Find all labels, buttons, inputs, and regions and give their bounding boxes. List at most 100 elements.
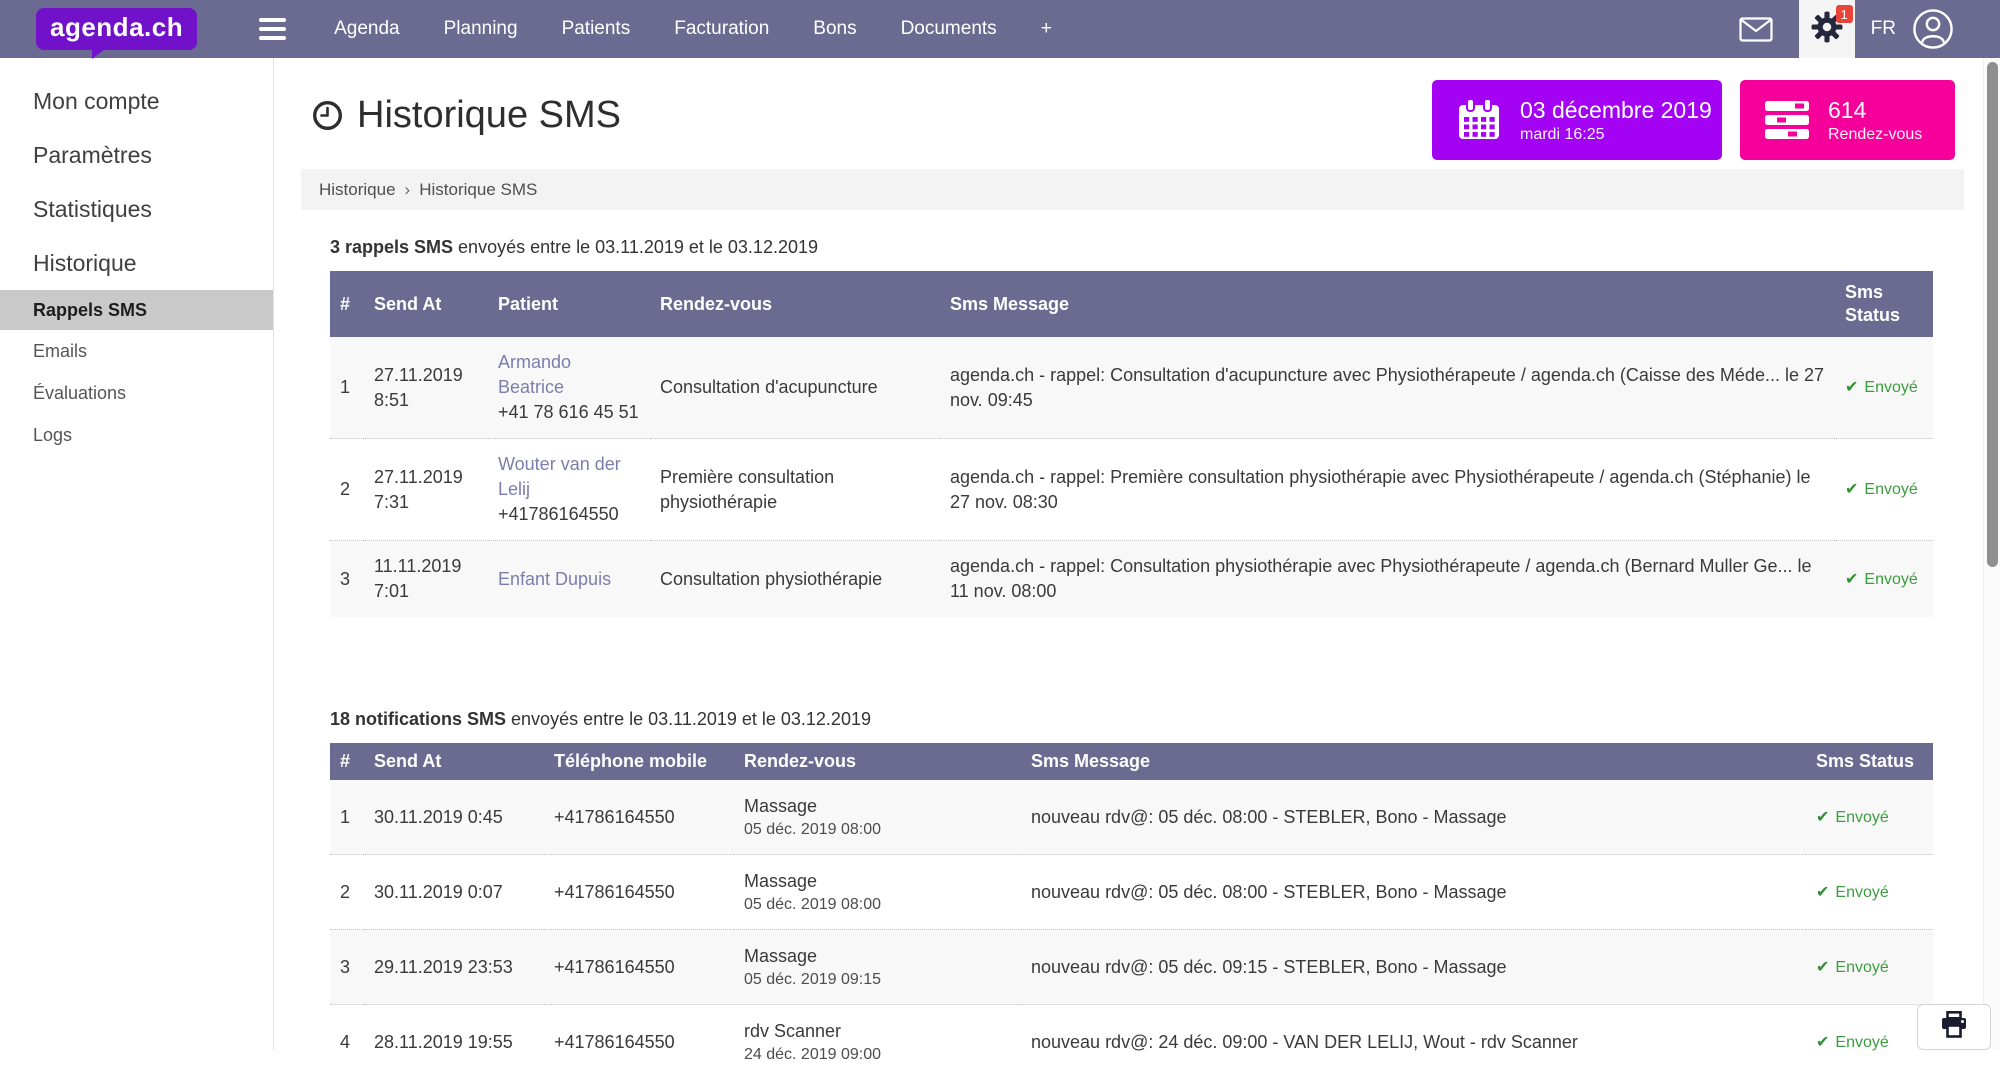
rdv-cell: Consultation physiothérapie bbox=[650, 541, 940, 618]
send-at-cell: 28.11.2019 19:55 bbox=[364, 1005, 544, 1079]
sms-message-cell: nouveau rdv@: 05 déc. 08:00 - STEBLER, B… bbox=[1021, 855, 1806, 930]
main-content: Historique SMS 03 décembre 2019 mardi 16… bbox=[274, 58, 2000, 1079]
sidebar-item-evaluations[interactable]: Évaluations bbox=[0, 372, 273, 414]
logo[interactable]: agenda.ch bbox=[36, 8, 197, 50]
check-icon bbox=[1816, 884, 1835, 901]
sidebar-item-historique[interactable]: Historique bbox=[0, 236, 273, 290]
sidebar-item-logs[interactable]: Logs bbox=[0, 414, 273, 456]
check-icon bbox=[1816, 1034, 1835, 1051]
nav-item-planning[interactable]: Planning bbox=[444, 18, 518, 40]
sidebar-item-parametres[interactable]: Paramètres bbox=[0, 128, 273, 182]
scrollbar-track[interactable] bbox=[1983, 58, 2000, 1050]
col-sms-message: Sms Message bbox=[940, 271, 1835, 337]
nav-item-bons[interactable]: Bons bbox=[813, 18, 856, 40]
notifications-heading: 18 notifications SMS envoyés entre le 03… bbox=[330, 709, 2000, 730]
patient-link[interactable]: Wouter van der Lelij bbox=[498, 454, 621, 499]
table-row: 3 11.11.20197:01 Enfant Dupuis Consultat… bbox=[330, 541, 1933, 618]
account-icon[interactable] bbox=[1912, 8, 1954, 50]
col-patient: Patient bbox=[488, 271, 650, 337]
sms-message-cell: nouveau rdv@: 05 déc. 09:15 - STEBLER, B… bbox=[1021, 930, 1806, 1005]
row-number: 3 bbox=[330, 541, 364, 618]
phone-cell: +41786164550 bbox=[544, 930, 734, 1005]
notifications-table: # Send At Téléphone mobile Rendez-vous S… bbox=[330, 743, 1933, 1079]
col-telephone: Téléphone mobile bbox=[544, 743, 734, 780]
row-number: 2 bbox=[330, 855, 364, 930]
patient-phone: +41786164550 bbox=[498, 502, 640, 527]
date-badge-date: 03 décembre 2019 bbox=[1520, 97, 1712, 123]
phone-cell: +41786164550 bbox=[544, 855, 734, 930]
nav-item-documents[interactable]: Documents bbox=[901, 18, 997, 40]
table-row: 1 27.11.20198:51 Armando Beatrice +41 78… bbox=[330, 337, 1933, 439]
patient-link[interactable]: Enfant Dupuis bbox=[498, 569, 611, 589]
rdv-cell: Consultation d'acupuncture bbox=[650, 337, 940, 439]
col-rendez-vous: Rendez-vous bbox=[734, 743, 1021, 780]
sms-status-cell: Envoyé bbox=[1806, 780, 1933, 855]
col-send-at: Send At bbox=[364, 271, 488, 337]
nav-add-button[interactable]: + bbox=[1041, 18, 1052, 40]
sidebar-item-statistiques[interactable]: Statistiques bbox=[0, 182, 273, 236]
sms-status-cell: Envoyé bbox=[1835, 541, 1933, 618]
send-at-cell: 30.11.2019 0:45 bbox=[364, 780, 544, 855]
col-sms-message: Sms Message bbox=[1021, 743, 1806, 780]
sidebar-item-mon-compte[interactable]: Mon compte bbox=[0, 74, 273, 128]
sidebar-item-emails[interactable]: Emails bbox=[0, 330, 273, 372]
nav-item-facturation[interactable]: Facturation bbox=[674, 18, 769, 40]
col-send-at: Send At bbox=[364, 743, 544, 780]
nav-item-agenda[interactable]: Agenda bbox=[334, 18, 400, 40]
sms-message-cell: agenda.ch - rappel: Consultation d'acupu… bbox=[940, 337, 1835, 439]
col-sms-status: Sms Status bbox=[1835, 271, 1933, 337]
rdv-cell: rdv Scanner 24 déc. 2019 09:00 bbox=[734, 1005, 1021, 1079]
row-number: 2 bbox=[330, 439, 364, 541]
clock-icon bbox=[312, 100, 343, 131]
row-number: 1 bbox=[330, 337, 364, 439]
col-num: # bbox=[330, 743, 364, 780]
date-badge[interactable]: 03 décembre 2019 mardi 16:25 bbox=[1432, 80, 1722, 160]
topbar-right: 1 FR bbox=[1739, 0, 2000, 58]
envelope-icon[interactable] bbox=[1739, 17, 1773, 42]
page-title: Historique SMS bbox=[357, 94, 621, 137]
rdv-cell: Massage 05 déc. 2019 08:00 bbox=[734, 855, 1021, 930]
table-row: 1 30.11.2019 0:45 +41786164550 Massage 0… bbox=[330, 780, 1933, 855]
sms-status-cell: Envoyé bbox=[1806, 1005, 1933, 1079]
table-header-row: # Send At Téléphone mobile Rendez-vous S… bbox=[330, 743, 1933, 780]
rows-icon bbox=[1764, 100, 1810, 140]
rappels-heading: 3 rappels SMS envoyés entre le 03.11.201… bbox=[330, 237, 2000, 258]
notifications-heading-range: envoyés entre le 03.11.2019 et le 03.12.… bbox=[506, 709, 871, 729]
table-row: 4 28.11.2019 19:55 +41786164550 rdv Scan… bbox=[330, 1005, 1933, 1079]
check-icon bbox=[1845, 481, 1864, 498]
col-sms-status: Sms Status bbox=[1806, 743, 1933, 780]
table-row: 2 30.11.2019 0:07 +41786164550 Massage 0… bbox=[330, 855, 1933, 930]
rendez-vous-badge[interactable]: 614 Rendez-vous bbox=[1740, 80, 1955, 160]
col-num: # bbox=[330, 271, 364, 337]
settings-button[interactable]: 1 bbox=[1799, 0, 1855, 58]
patient-link[interactable]: Armando Beatrice bbox=[498, 352, 571, 397]
print-button[interactable] bbox=[1917, 1004, 1991, 1050]
phone-cell: +41786164550 bbox=[544, 1005, 734, 1079]
topbar: agenda.ch Agenda Planning Patients Factu… bbox=[0, 0, 2000, 58]
patient-cell: Enfant Dupuis bbox=[488, 541, 650, 618]
send-at-cell: 27.11.20198:51 bbox=[364, 337, 488, 439]
rdv-cell: Massage 05 déc. 2019 08:00 bbox=[734, 780, 1021, 855]
scrollbar-thumb[interactable] bbox=[1987, 62, 1998, 567]
check-icon bbox=[1816, 959, 1835, 976]
rappels-table: # Send At Patient Rendez-vous Sms Messag… bbox=[330, 271, 1933, 617]
check-icon bbox=[1816, 809, 1835, 826]
send-at-cell: 27.11.20197:31 bbox=[364, 439, 488, 541]
sms-status-cell: Envoyé bbox=[1806, 855, 1933, 930]
sms-message-cell: agenda.ch - rappel: Première consultatio… bbox=[940, 439, 1835, 541]
patient-cell: Armando Beatrice +41 78 616 45 51 bbox=[488, 337, 650, 439]
breadcrumb-historique[interactable]: Historique bbox=[319, 180, 396, 200]
sidebar: Mon compte Paramètres Statistiques Histo… bbox=[0, 58, 274, 1050]
sms-status-cell: Envoyé bbox=[1835, 439, 1933, 541]
breadcrumb-separator: › bbox=[405, 180, 411, 200]
sms-status-cell: Envoyé bbox=[1806, 930, 1933, 1005]
language-selector[interactable]: FR bbox=[1871, 18, 1896, 40]
menu-icon[interactable] bbox=[259, 18, 286, 40]
table-row: 2 27.11.20197:31 Wouter van der Lelij +4… bbox=[330, 439, 1933, 541]
rappels-heading-count: 3 rappels SMS bbox=[330, 237, 453, 257]
patient-phone: +41 78 616 45 51 bbox=[498, 400, 640, 425]
nav-item-patients[interactable]: Patients bbox=[562, 18, 631, 40]
sidebar-item-rappels-sms[interactable]: Rappels SMS bbox=[0, 290, 273, 330]
table-header-row: # Send At Patient Rendez-vous Sms Messag… bbox=[330, 271, 1933, 337]
table-row: 3 29.11.2019 23:53 +41786164550 Massage … bbox=[330, 930, 1933, 1005]
